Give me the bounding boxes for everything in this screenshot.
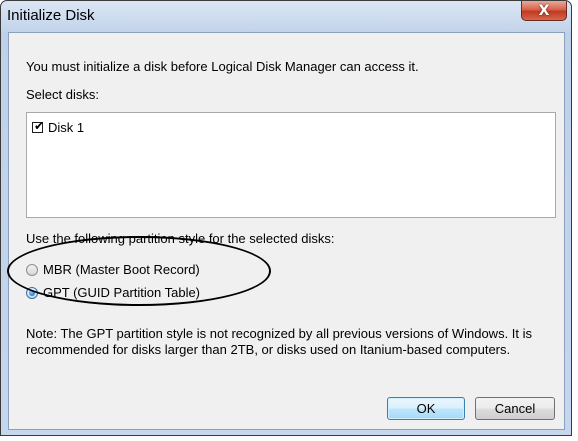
close-button[interactable]: X [521, 1, 567, 21]
intro-text: You must initialize a disk before Logica… [26, 59, 419, 74]
ok-button[interactable]: OK [387, 397, 465, 420]
cancel-button[interactable]: Cancel [475, 397, 555, 420]
checkmark-icon: ✔ [34, 119, 45, 133]
note-text: Note: The GPT partition style is not rec… [26, 326, 533, 357]
disk-list[interactable]: ✔ Disk 1 [26, 112, 556, 218]
initialize-disk-dialog: Initialize Disk X You must initialize a … [0, 0, 572, 436]
annotation-ellipse [7, 236, 271, 306]
close-icon: X [538, 2, 550, 19]
list-item-disk-1[interactable]: ✔ Disk 1 [32, 119, 85, 135]
title-bar[interactable]: Initialize Disk X [1, 1, 571, 31]
dialog-body: You must initialize a disk before Logica… [8, 32, 565, 430]
disk-1-label: Disk 1 [48, 120, 85, 135]
window-title: Initialize Disk [7, 7, 95, 24]
disk-1-checkbox[interactable]: ✔ [32, 119, 45, 133]
select-disks-label: Select disks: [26, 87, 99, 102]
